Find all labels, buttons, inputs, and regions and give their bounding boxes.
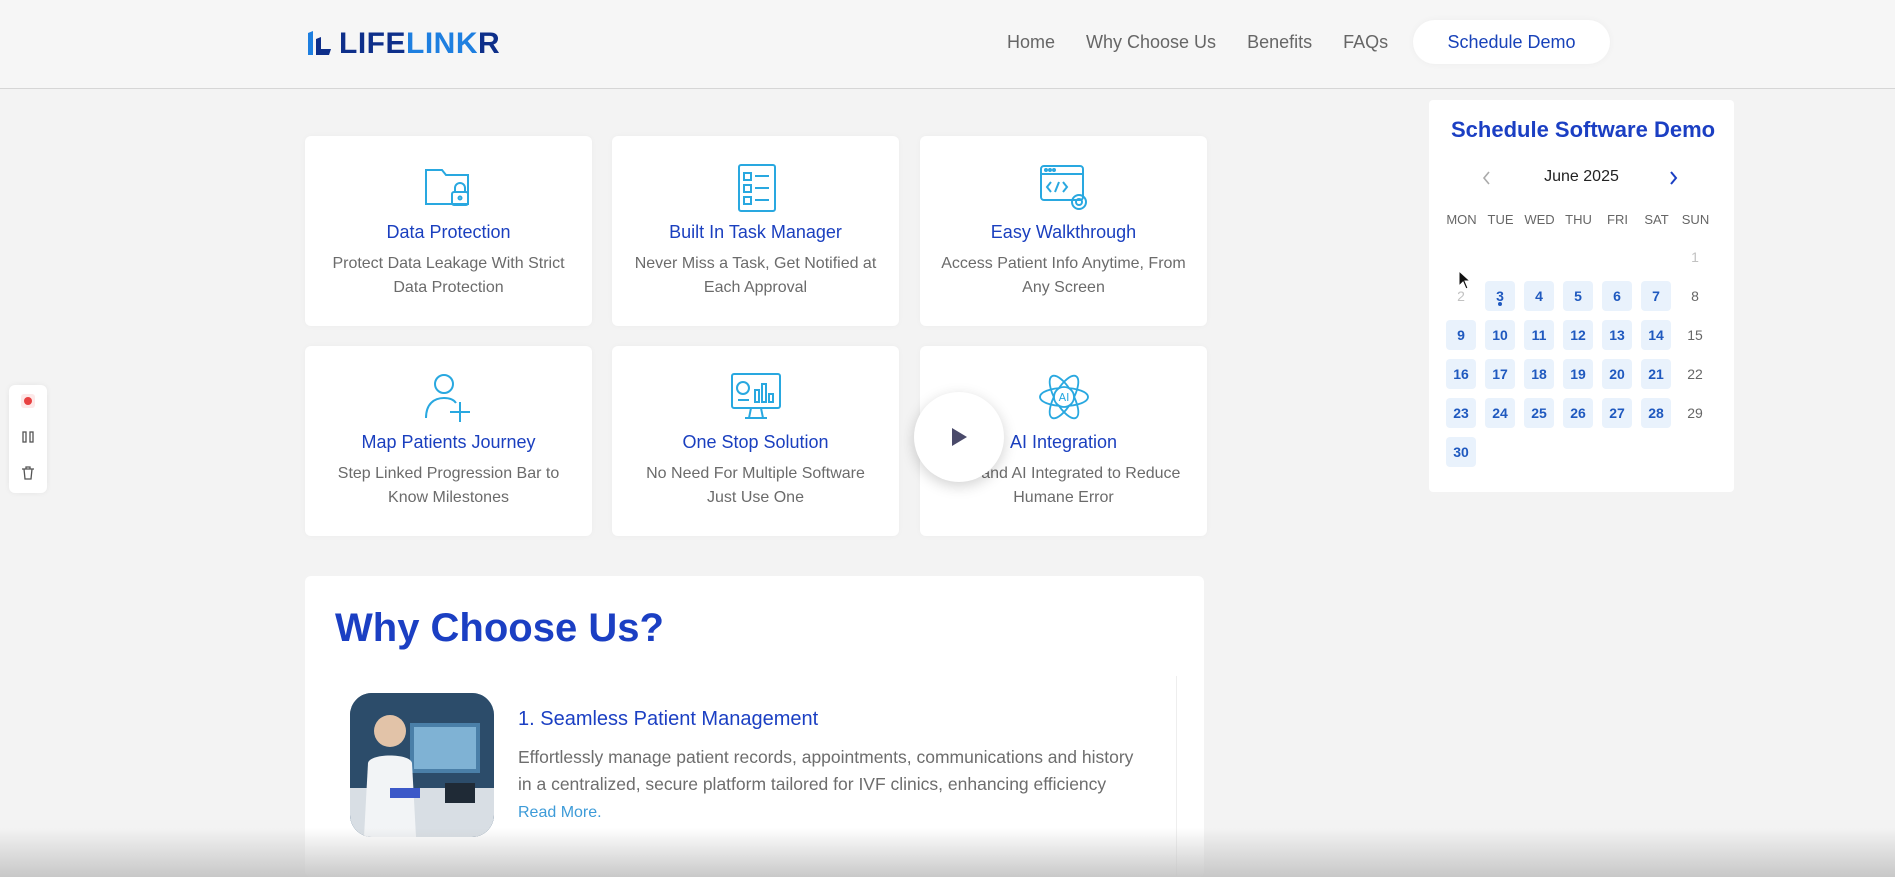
- lab-photo: [350, 693, 494, 837]
- why-item: 1. Seamless Patient Management Effortles…: [335, 676, 1177, 876]
- feature-card-patients-journey: Map Patients Journey Step Linked Progres…: [305, 346, 592, 536]
- feature-card-easy-walkthrough: Easy Walkthrough Access Patient Info Any…: [920, 136, 1207, 326]
- svg-text:AI: AI: [1059, 391, 1070, 404]
- play-video-button[interactable]: [914, 392, 1004, 482]
- feature-desc: Never Miss a Task, Get Notified at Each …: [634, 255, 877, 296]
- nav-why-choose-us[interactable]: Why Choose Us: [1086, 28, 1216, 56]
- calendar-day-1: 1: [1691, 249, 1699, 265]
- calendar-day-24[interactable]: 24: [1485, 398, 1515, 428]
- today-indicator: [1498, 302, 1502, 306]
- lab-photo-illustration: [350, 693, 494, 837]
- schedule-demo-button[interactable]: Schedule Demo: [1413, 20, 1610, 64]
- feature-title: Data Protection: [386, 222, 511, 242]
- feature-desc: Step Linked Progression Bar to Know Mile…: [337, 465, 560, 506]
- mouse-cursor-icon: [1458, 270, 1472, 290]
- calendar-day-5[interactable]: 5: [1563, 281, 1593, 311]
- monitor-chart-icon: [731, 373, 781, 419]
- why-item-title: 1. Seamless Patient Management: [518, 708, 819, 730]
- calendar-day-15: 15: [1687, 327, 1703, 343]
- calendar-day-26[interactable]: 26: [1563, 398, 1593, 428]
- weekday-sat: SAT: [1644, 212, 1669, 227]
- calendar-day-20[interactable]: 20: [1602, 359, 1632, 389]
- calendar-day-30[interactable]: 30: [1446, 437, 1476, 467]
- nav-benefits[interactable]: Benefits: [1247, 28, 1312, 56]
- calendar-month: June 2025: [1544, 168, 1619, 185]
- read-more-link[interactable]: Read More.: [518, 804, 602, 821]
- feature-desc: Protect Data Leakage With Strict Data Pr…: [332, 255, 565, 296]
- record-icon[interactable]: [20, 393, 36, 409]
- nav-home[interactable]: Home: [1007, 28, 1055, 56]
- calendar-day-12[interactable]: 12: [1563, 320, 1593, 350]
- feature-title: One Stop Solution: [682, 432, 829, 452]
- site-header: LIFELINKR Home Why Choose Us Benefits FA…: [0, 0, 1895, 89]
- calendar-day-18[interactable]: 18: [1524, 359, 1554, 389]
- logo-icon: [308, 31, 331, 55]
- calendar-day-4[interactable]: 4: [1524, 281, 1554, 311]
- calendar-day-14[interactable]: 14: [1641, 320, 1671, 350]
- code-settings-icon: [1040, 165, 1087, 210]
- feature-title: Map Patients Journey: [361, 432, 536, 452]
- why-item-text: Effortlessly manage patient records, app…: [518, 747, 1134, 794]
- logo-text-r: R: [478, 27, 501, 60]
- demo-calendar: Schedule Software Demo June 2025 MON TUE W…: [1429, 100, 1734, 492]
- calendar-day-19[interactable]: 19: [1563, 359, 1593, 389]
- weekday-mon: MON: [1446, 212, 1477, 227]
- feature-desc: No Need For Multiple Software Just Use O…: [646, 465, 865, 506]
- calendar-day-17[interactable]: 17: [1485, 359, 1515, 389]
- calendar-day-25[interactable]: 25: [1524, 398, 1554, 428]
- weekday-sun: SUN: [1681, 212, 1710, 227]
- feature-card-task-manager: Built In Task Manager Never Miss a Task,…: [612, 136, 899, 326]
- why-choose-us-section: Why Choose Us? 1. Seamless Patient Manag…: [305, 576, 1204, 877]
- calendar-day-6[interactable]: 6: [1602, 281, 1632, 311]
- recording-toolbar: [9, 385, 47, 493]
- feature-card-data-protection: Data Protection Protect Data Leakage Wit…: [305, 136, 592, 326]
- calendar-day-11[interactable]: 11: [1524, 320, 1554, 350]
- calendar-day-22: 22: [1687, 366, 1703, 382]
- logo[interactable]: LIFELINKR: [305, 26, 500, 62]
- ai-atom-icon: AI: [1039, 374, 1089, 420]
- calendar-day-7[interactable]: 7: [1641, 281, 1671, 311]
- calendar-day-13[interactable]: 13: [1602, 320, 1632, 350]
- pause-icon[interactable]: [20, 429, 36, 445]
- calendar-day-16[interactable]: 16: [1446, 359, 1476, 389]
- feature-title: Easy Walkthrough: [990, 222, 1137, 242]
- calendar-day-27[interactable]: 27: [1602, 398, 1632, 428]
- weekday-wed: WED: [1524, 212, 1555, 227]
- nav-faqs[interactable]: FAQs: [1343, 28, 1388, 56]
- why-item-desc: Effortlessly manage patient records, app…: [518, 744, 1138, 826]
- calendar-day-9[interactable]: 9: [1446, 320, 1476, 350]
- calendar-day-29: 29: [1687, 405, 1703, 421]
- chevron-right-icon[interactable]: [1663, 168, 1683, 188]
- main-nav: Home Why Choose Us Benefits FAQs: [1007, 28, 1419, 56]
- calendar-day-28[interactable]: 28: [1641, 398, 1671, 428]
- play-icon: [952, 428, 967, 446]
- feature-card-one-stop-solution: One Stop Solution No Need For Multiple S…: [612, 346, 899, 536]
- weekday-thu: THU: [1565, 212, 1592, 227]
- logo-text-life: LIFE: [339, 27, 406, 60]
- feature-title: Built In Task Manager: [669, 222, 842, 242]
- weekday-fri: FRI: [1607, 212, 1628, 227]
- feature-desc: Access Patient Info Anytime, From Any Sc…: [941, 255, 1186, 296]
- calendar-day-21[interactable]: 21: [1641, 359, 1671, 389]
- section-title: Why Choose Us?: [335, 606, 664, 650]
- logo-text-link: LINK: [406, 27, 478, 60]
- folder-lock-icon: [425, 169, 469, 206]
- calendar-day-3[interactable]: 3: [1485, 281, 1515, 311]
- weekday-tue: TUE: [1487, 212, 1514, 227]
- calendar-day-8: 8: [1691, 288, 1699, 304]
- trash-icon[interactable]: [20, 465, 36, 481]
- calendar-title: Schedule Software Demo: [1451, 117, 1716, 142]
- calendar-day-10[interactable]: 10: [1485, 320, 1515, 350]
- calendar-day-23[interactable]: 23: [1446, 398, 1476, 428]
- user-add-icon: [425, 374, 470, 422]
- task-list-icon: [738, 164, 776, 212]
